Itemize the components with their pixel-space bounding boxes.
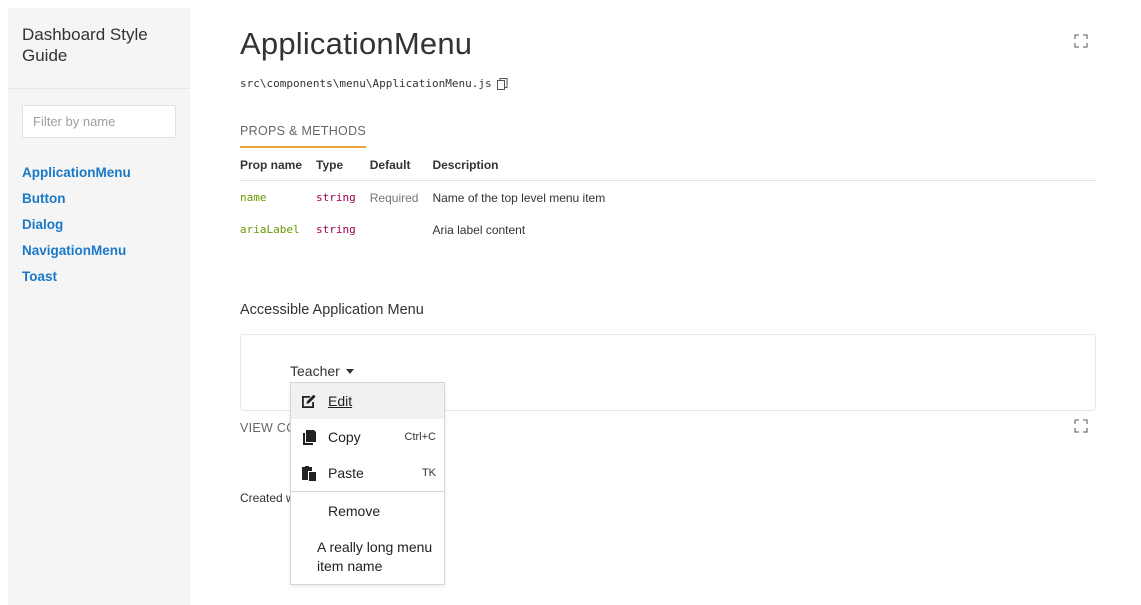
prop-type: string bbox=[316, 191, 356, 204]
table-row: name string Required Name of the top lev… bbox=[240, 181, 1096, 214]
teacher-menu-trigger[interactable]: Teacher bbox=[290, 363, 354, 379]
menu-item-shortcut: TK bbox=[421, 467, 436, 479]
prop-name: ariaLabel bbox=[240, 223, 300, 236]
sidebar: Dashboard Style Guide ApplicationMenu Bu… bbox=[8, 8, 190, 605]
menu-item-label: Copy bbox=[328, 429, 361, 445]
prop-type: string bbox=[316, 223, 356, 236]
menu-item-shortcut: Ctrl+C bbox=[404, 431, 436, 443]
column-header: Default bbox=[369, 154, 433, 181]
file-path-text: src\components\menu\ApplicationMenu.js bbox=[240, 77, 492, 90]
sidebar-item-dialog[interactable]: Dialog bbox=[22, 212, 131, 238]
sidebar-divider bbox=[8, 88, 190, 89]
column-header: Description bbox=[432, 154, 1096, 181]
paste-icon bbox=[302, 466, 316, 481]
table-row: ariaLabel string Aria label content bbox=[240, 213, 1096, 245]
filter-input[interactable] bbox=[22, 105, 176, 138]
column-header: Prop name bbox=[240, 154, 317, 181]
copy-path-icon[interactable] bbox=[496, 77, 508, 90]
file-path: src\components\menu\ApplicationMenu.js bbox=[240, 77, 508, 90]
menu-item-remove[interactable]: Remove bbox=[291, 492, 444, 530]
menu-item-long-name[interactable]: A really long menu item name bbox=[291, 530, 444, 584]
sidebar-title: Dashboard Style Guide bbox=[22, 25, 148, 65]
menu-item-edit[interactable]: Edit bbox=[291, 383, 444, 419]
menu-group-clipboard: Edit Copy Ctrl+C Paste TK bbox=[291, 383, 444, 492]
example-title: Accessible Application Menu bbox=[240, 302, 424, 318]
sidebar-item-button[interactable]: Button bbox=[22, 186, 131, 212]
sidebar-item-navigationmenu[interactable]: NavigationMenu bbox=[22, 238, 131, 264]
prop-description: Name of the top level menu item bbox=[432, 191, 606, 205]
sidebar-item-toast[interactable]: Toast bbox=[22, 264, 131, 290]
edit-icon bbox=[302, 394, 316, 408]
tab-props-methods[interactable]: PROPS & METHODS bbox=[240, 124, 367, 148]
column-header: Type bbox=[316, 154, 370, 181]
menu-item-label: Edit bbox=[328, 393, 353, 409]
table-header-row: Prop name Type Default Description bbox=[240, 154, 1096, 181]
footer-credit: Created w bbox=[240, 491, 295, 505]
props-table: Prop name Type Default Description name … bbox=[240, 154, 1096, 245]
fullscreen-icon[interactable] bbox=[1074, 419, 1088, 433]
sidebar-nav: ApplicationMenu Button Dialog Navigation… bbox=[22, 160, 131, 290]
fullscreen-icon[interactable] bbox=[1074, 34, 1088, 48]
view-code-toggle[interactable]: VIEW CC bbox=[240, 421, 296, 435]
menu-item-copy[interactable]: Copy Ctrl+C bbox=[291, 419, 444, 455]
menu-item-label: Remove bbox=[328, 503, 381, 519]
copy-icon bbox=[303, 430, 316, 445]
caret-down-icon bbox=[345, 368, 354, 374]
prop-description: Aria label content bbox=[432, 223, 526, 237]
application-menu-dropdown: Edit Copy Ctrl+C Paste TK Remove A reall… bbox=[290, 382, 445, 585]
menu-item-paste[interactable]: Paste TK bbox=[291, 455, 444, 491]
sidebar-item-applicationmenu[interactable]: ApplicationMenu bbox=[22, 160, 131, 186]
menu-item-label: A really long menu item name bbox=[317, 539, 433, 574]
prop-name: name bbox=[240, 191, 267, 204]
menu-trigger-label: Teacher bbox=[290, 363, 340, 379]
page-title: ApplicationMenu bbox=[240, 26, 473, 61]
menu-item-label: Paste bbox=[328, 465, 364, 481]
prop-default bbox=[370, 213, 433, 245]
prop-default: Required bbox=[369, 191, 419, 205]
